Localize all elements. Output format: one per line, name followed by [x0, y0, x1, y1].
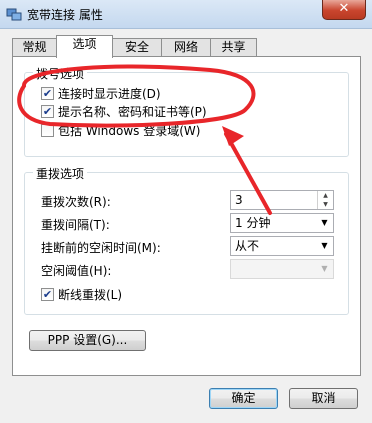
stepper-buttons[interactable]: ▲ ▼	[317, 191, 333, 209]
chevron-down-icon: ▼	[321, 264, 328, 273]
show-progress-label: 连接时显示进度(D)	[58, 87, 161, 101]
checkmark-icon: ✔	[42, 105, 53, 118]
redial-on-drop-checkbox[interactable]: ✔	[41, 288, 54, 301]
redial-on-drop-option[interactable]: ✔ 断线重拨(L)	[41, 286, 122, 302]
tab-strip: 常规 选项 安全 网络 共享	[12, 35, 362, 58]
tab-general[interactable]: 常规	[12, 38, 57, 57]
redial-attempts-stepper[interactable]: 3 ▲ ▼	[230, 190, 334, 210]
tab-security[interactable]: 安全	[112, 38, 162, 57]
include-domain-label: 包括 Windows 登录域(W)	[58, 124, 201, 138]
redial-attempts-value: 3	[235, 193, 243, 207]
tab-options[interactable]: 选项	[56, 35, 113, 58]
options-panel: 拨号选项 ✔ 连接时显示进度(D) ✔ 提示名称、密码和证书等(P) 包括 Wind…	[12, 56, 361, 376]
idle-hangup-value: 从不	[235, 239, 260, 253]
chevron-down-icon: ▼	[321, 241, 328, 250]
checkmark-icon: ✔	[42, 87, 53, 100]
chevron-down-icon: ▼	[321, 218, 328, 227]
idle-threshold-select[interactable]: ▼	[230, 259, 334, 279]
cancel-button[interactable]: 取消	[289, 388, 358, 409]
network-connection-icon	[6, 6, 22, 22]
dial-options-label: 拨号选项	[33, 65, 88, 82]
title-bar[interactable]: 宽带连接 属性 ✕	[0, 0, 372, 29]
redial-interval-label: 重拨间隔(T):	[41, 218, 110, 232]
show-progress-checkbox[interactable]: ✔	[41, 87, 54, 100]
idle-hangup-label: 挂断前的空闲时间(M):	[41, 241, 161, 255]
redial-options-label: 重拨选项	[33, 165, 88, 182]
up-arrow-icon[interactable]: ▲	[318, 191, 333, 200]
tab-sharing[interactable]: 共享	[210, 38, 257, 57]
redial-interval-value: 1 分钟	[235, 216, 271, 230]
down-arrow-icon[interactable]: ▼	[318, 200, 333, 209]
properties-window: 宽带连接 属性 ✕ 常规 选项 安全 网络 共享 拨号选项 ✔ 连接时显示进度(D…	[0, 0, 372, 423]
close-button[interactable]: ✕	[322, 0, 366, 20]
prompt-credentials-label: 提示名称、密码和证书等(P)	[58, 105, 207, 119]
prompt-credentials-checkbox[interactable]: ✔	[41, 105, 54, 118]
idle-threshold-label: 空闲阈值(H):	[41, 264, 112, 278]
redial-attempts-label: 重拨次数(R):	[41, 195, 111, 209]
redial-on-drop-label: 断线重拨(L)	[58, 288, 123, 302]
show-progress-option[interactable]: ✔ 连接时显示进度(D)	[41, 85, 161, 101]
close-icon: ✕	[338, 1, 350, 16]
redial-interval-select[interactable]: 1 分钟 ▼	[230, 213, 334, 233]
tab-network[interactable]: 网络	[161, 38, 211, 57]
ok-button[interactable]: 确定	[209, 388, 278, 409]
prompt-credentials-option[interactable]: ✔ 提示名称、密码和证书等(P)	[41, 103, 207, 119]
checkmark-icon: ✔	[42, 288, 53, 301]
idle-hangup-select[interactable]: 从不 ▼	[230, 236, 334, 256]
ppp-settings-button[interactable]: PPP 设置(G)...	[29, 330, 146, 351]
window-title: 宽带连接 属性	[27, 8, 103, 22]
include-domain-checkbox[interactable]	[41, 124, 54, 137]
include-domain-option[interactable]: 包括 Windows 登录域(W)	[41, 122, 200, 138]
